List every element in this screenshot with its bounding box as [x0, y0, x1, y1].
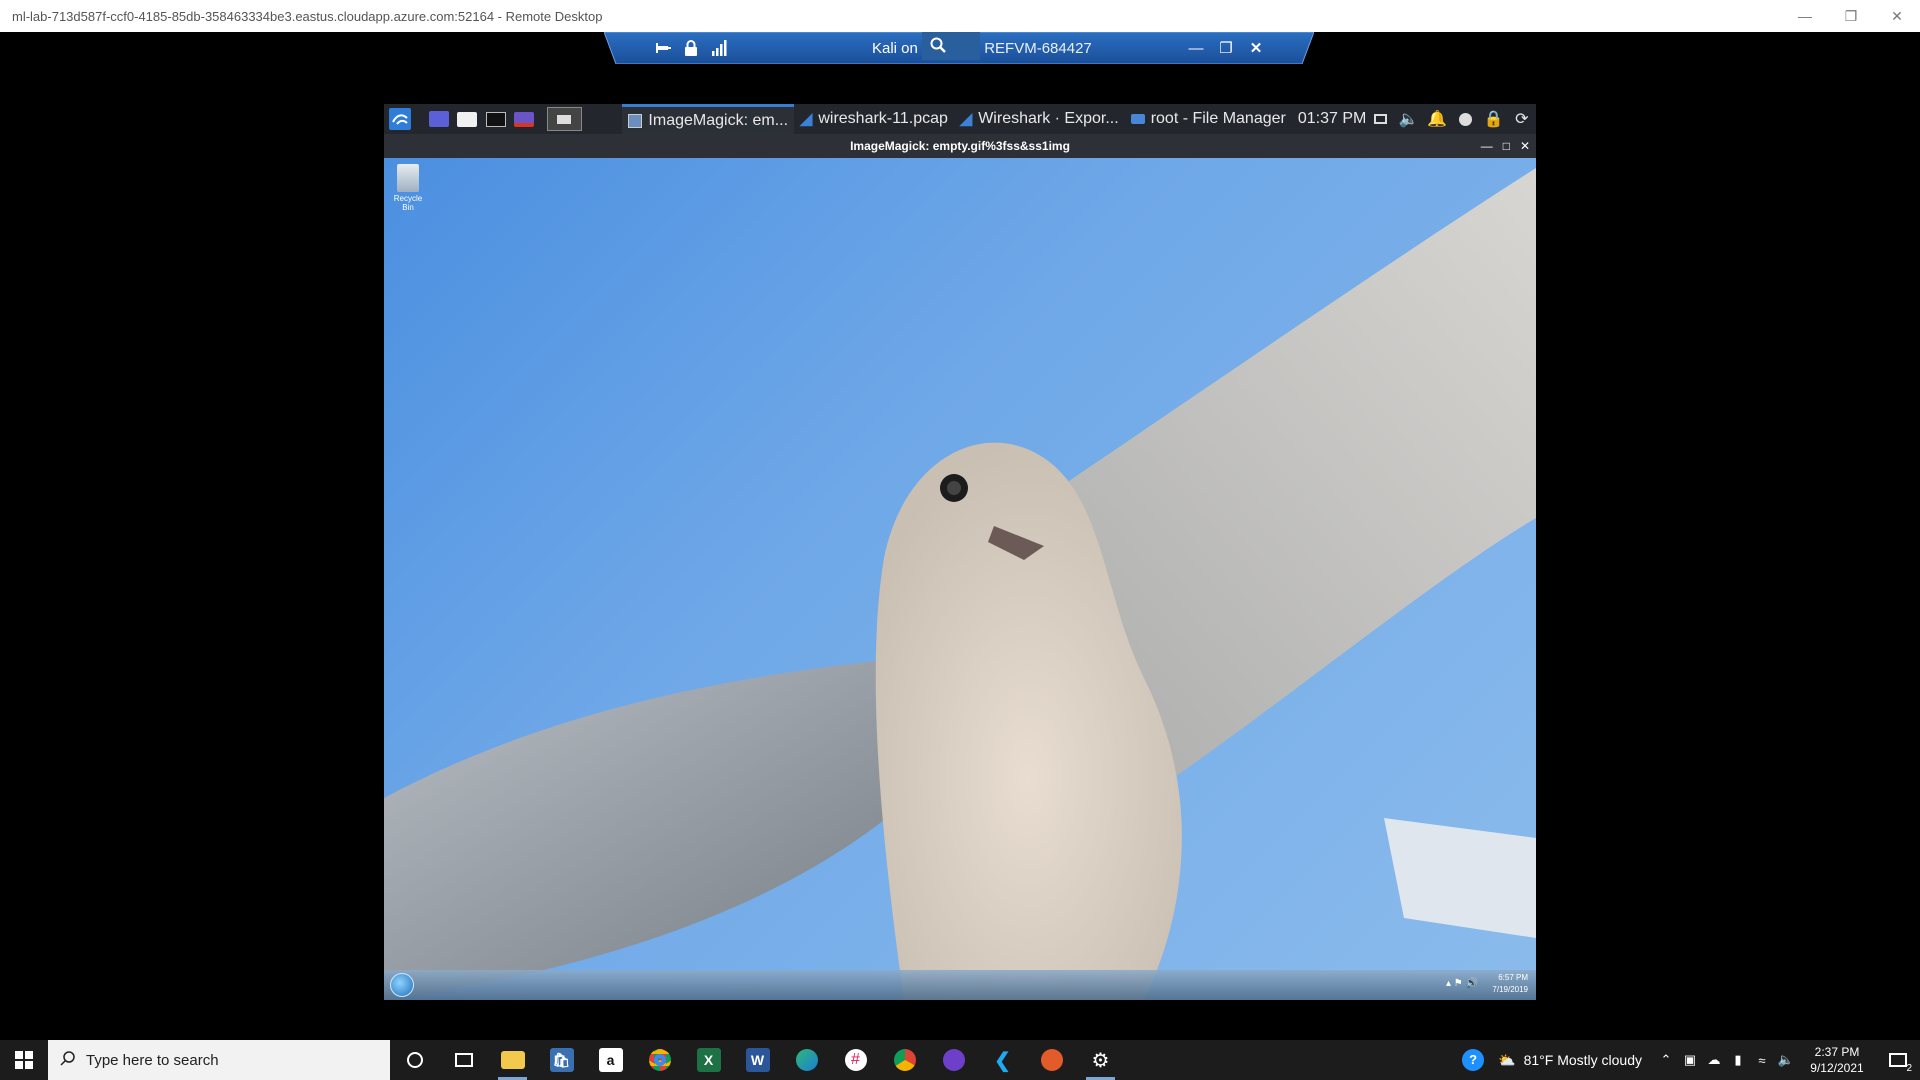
- lock-icon[interactable]: [680, 38, 702, 58]
- win7-time: 6:57 PM: [1498, 973, 1528, 982]
- remote-app-icon[interactable]: [1027, 1040, 1076, 1080]
- remote-desktop-titlebar: ml-lab-713d587f-ccf0-4185-85db-358463334…: [0, 0, 1920, 32]
- terminal-icon[interactable]: [484, 108, 509, 130]
- chrome-profile-icon[interactable]: [880, 1040, 929, 1080]
- vscode-icon[interactable]: ❮: [978, 1040, 1027, 1080]
- windows-start-icon[interactable]: [0, 1040, 48, 1080]
- action-center-icon[interactable]: 2: [1876, 1040, 1920, 1080]
- task-view-icon[interactable]: [439, 1040, 488, 1080]
- github-icon[interactable]: [929, 1040, 978, 1080]
- pin-icon[interactable]: [652, 38, 674, 58]
- volume-icon[interactable]: 🔈: [1395, 104, 1423, 134]
- magnifier-icon: [930, 37, 946, 57]
- weather-widget[interactable]: ⛅ 81°F Mostly cloudy: [1498, 1052, 1642, 1069]
- task-wireshark-pcap[interactable]: ◢ wireshark-11.pcap: [794, 104, 954, 134]
- edge-icon[interactable]: [782, 1040, 831, 1080]
- kali-clock[interactable]: 01:37 PM: [1298, 110, 1366, 128]
- kali-vm-display: ImageMagick: em... ◢ wireshark-11.pcap ◢…: [384, 104, 1536, 1000]
- show-hidden-icons-icon[interactable]: ⌃: [1654, 1040, 1678, 1080]
- seagull-wallpaper: [384, 168, 1536, 1000]
- connection-bar: Kali on REFVM-684427 — ❐ ✕: [604, 32, 1314, 64]
- close-button[interactable]: ✕: [1874, 0, 1920, 32]
- meet-now-icon[interactable]: ▣: [1678, 1040, 1702, 1080]
- amazon-icon[interactable]: a: [586, 1040, 635, 1080]
- task-imagemagick[interactable]: ImageMagick: em...: [622, 104, 795, 134]
- clock-time: 2:37 PM: [1814, 1045, 1860, 1059]
- conn-minimize-icon[interactable]: —: [1184, 38, 1208, 58]
- cloud-sun-icon: ⛅: [1498, 1051, 1516, 1068]
- remote-desktop-client: Kali on REFVM-684427 — ❐ ✕ ImageMagick: …: [0, 32, 1920, 1040]
- win7-tray-icons[interactable]: ▴ ⚑ 🔊: [1446, 978, 1478, 989]
- imagemagick-title: ImageMagick: empty.gif%3fss&ss1img: [850, 139, 1070, 153]
- settings-gear-icon[interactable]: ⚙: [1076, 1040, 1125, 1080]
- im-maximize-icon[interactable]: □: [1503, 134, 1510, 158]
- wireshark-icon: ◢: [800, 111, 813, 128]
- notification-bell-icon[interactable]: 🔔: [1423, 104, 1451, 134]
- wireshark-icon: ◢: [959, 111, 973, 128]
- win7-taskbar: ▴ ⚑ 🔊 6:57 PM 7/19/2019: [384, 970, 1536, 1000]
- win7-start-orb-icon[interactable]: [390, 973, 414, 997]
- task-label: wireshark-11.pcap: [818, 110, 948, 127]
- restore-button[interactable]: ❐: [1828, 0, 1874, 32]
- notification-badge: 2: [1906, 1063, 1912, 1074]
- task-wireshark-export[interactable]: ◢ Wireshark · Expor...: [954, 104, 1125, 134]
- win7-clock[interactable]: 6:57 PM 7/19/2019: [1492, 972, 1528, 996]
- display-icon[interactable]: [1366, 104, 1394, 134]
- conn-close-icon[interactable]: ✕: [1244, 38, 1268, 58]
- chrome-icon[interactable]: [635, 1040, 684, 1080]
- connection-title-text: Kali on: [872, 39, 923, 57]
- imagemagick-icon: [628, 113, 643, 128]
- task-label: ImageMagick: em...: [648, 111, 789, 129]
- word-icon[interactable]: W: [733, 1040, 782, 1080]
- win7-date: 7/19/2019: [1492, 985, 1528, 994]
- task-label: root - File Manager: [1150, 110, 1286, 127]
- power-icon[interactable]: [1451, 104, 1479, 134]
- kali-top-panel: ImageMagick: em... ◢ wireshark-11.pcap ◢…: [384, 104, 1536, 134]
- windows-taskbar: Type here to search 🛍 a X W # ❮ ⚙ ? ⛅ 81…: [0, 1040, 1920, 1080]
- folder-icon: [1130, 114, 1145, 124]
- remote-desktop-title: ml-lab-713d587f-ccf0-4185-85db-358463334…: [12, 8, 603, 24]
- conn-restore-icon[interactable]: ❐: [1214, 38, 1238, 58]
- kali-menu-icon[interactable]: [388, 108, 413, 130]
- search-box[interactable]: Type here to search: [48, 1040, 390, 1080]
- connection-vm-name: REFVM-684427: [984, 39, 1092, 57]
- cortana-icon[interactable]: [390, 1040, 439, 1080]
- signal-icon[interactable]: [708, 38, 730, 58]
- clock-date: 9/12/2021: [1810, 1061, 1864, 1075]
- weather-text: 81°F Mostly cloudy: [1523, 1052, 1642, 1068]
- recycle-bin-desktop-icon[interactable]: Recycle Bin: [390, 164, 426, 212]
- screen-recorder-icon[interactable]: [512, 108, 537, 130]
- task-file-manager[interactable]: root - File Manager: [1125, 104, 1292, 134]
- battery-icon[interactable]: ▮: [1726, 1040, 1750, 1080]
- speaker-icon[interactable]: 🔈: [1774, 1040, 1798, 1080]
- help-icon[interactable]: ?: [1448, 1040, 1498, 1080]
- displayed-image: Recycle Bin ▴ ⚑ 🔊 6:57 PM 7/19/2019: [384, 158, 1536, 1000]
- zoom-control[interactable]: [922, 32, 981, 60]
- imagemagick-titlebar: ImageMagick: empty.gif%3fss&ss1img — □ ✕: [384, 134, 1536, 158]
- task-label: Wireshark · Expor...: [978, 110, 1119, 127]
- excel-icon[interactable]: X: [684, 1040, 733, 1080]
- search-icon: [60, 1050, 76, 1070]
- recycle-bin-icon: [397, 164, 419, 192]
- refresh-icon[interactable]: ⟳: [1508, 104, 1536, 134]
- workspace-icon[interactable]: [427, 108, 452, 130]
- file-manager-icon[interactable]: [455, 108, 480, 130]
- store-icon[interactable]: 🛍: [537, 1040, 586, 1080]
- system-tray: ? ⛅ 81°F Mostly cloudy ⌃ ▣ ☁ ▮ ≈ 🔈 2:37 …: [1448, 1040, 1920, 1080]
- connection-title: Kali on REFVM-684427: [872, 32, 1092, 60]
- taskbar-clock[interactable]: 2:37 PM 9/12/2021: [1798, 1044, 1876, 1076]
- slack-icon[interactable]: #: [831, 1040, 880, 1080]
- wifi-icon[interactable]: ≈: [1750, 1040, 1774, 1080]
- show-desktop-icon[interactable]: [546, 107, 583, 131]
- recycle-bin-label: Recycle Bin: [393, 194, 423, 212]
- onedrive-icon[interactable]: ☁: [1702, 1040, 1726, 1080]
- minimize-button[interactable]: —: [1782, 0, 1828, 32]
- file-explorer-icon[interactable]: [488, 1040, 537, 1080]
- im-minimize-icon[interactable]: —: [1481, 134, 1493, 158]
- lock-screen-icon[interactable]: 🔒: [1479, 104, 1507, 134]
- im-close-icon[interactable]: ✕: [1520, 134, 1530, 158]
- search-placeholder: Type here to search: [86, 1051, 219, 1069]
